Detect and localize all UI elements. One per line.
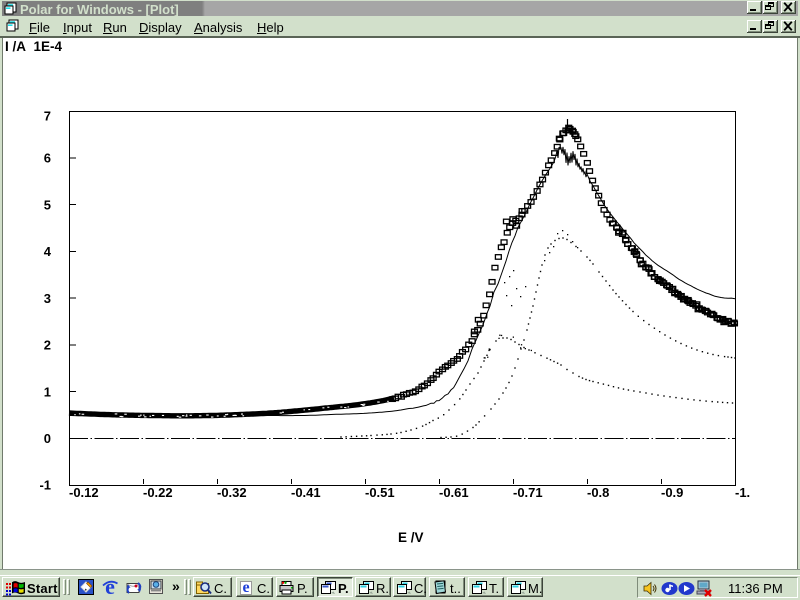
svg-text:2: 2 [44,338,51,353]
svg-text:-0.71: -0.71 [513,485,543,500]
svg-text:0: 0 [44,431,51,446]
svg-text:7: 7 [44,109,51,124]
svg-text:-0.9: -0.9 [661,485,683,500]
svg-text:-1: -1 [39,478,51,493]
svg-text:5: 5 [44,198,51,213]
svg-text:-0.32: -0.32 [217,485,247,500]
svg-text:4: 4 [44,244,52,259]
svg-text:I /A 1E-4: I /A 1E-4 [5,39,63,54]
svg-text:6: 6 [44,151,51,166]
svg-text:-0.41: -0.41 [291,485,321,500]
svg-text:-0.22: -0.22 [143,485,173,500]
svg-text:-0.61: -0.61 [439,485,469,500]
svg-text:1: 1 [44,385,51,400]
svg-text:3: 3 [44,291,51,306]
svg-text:-1.: -1. [735,485,750,500]
svg-text:-0.12: -0.12 [69,485,99,500]
svg-text:-0.8: -0.8 [587,485,609,500]
svg-text:-0.51: -0.51 [365,485,395,500]
svg-text:E /V: E /V [398,530,424,545]
